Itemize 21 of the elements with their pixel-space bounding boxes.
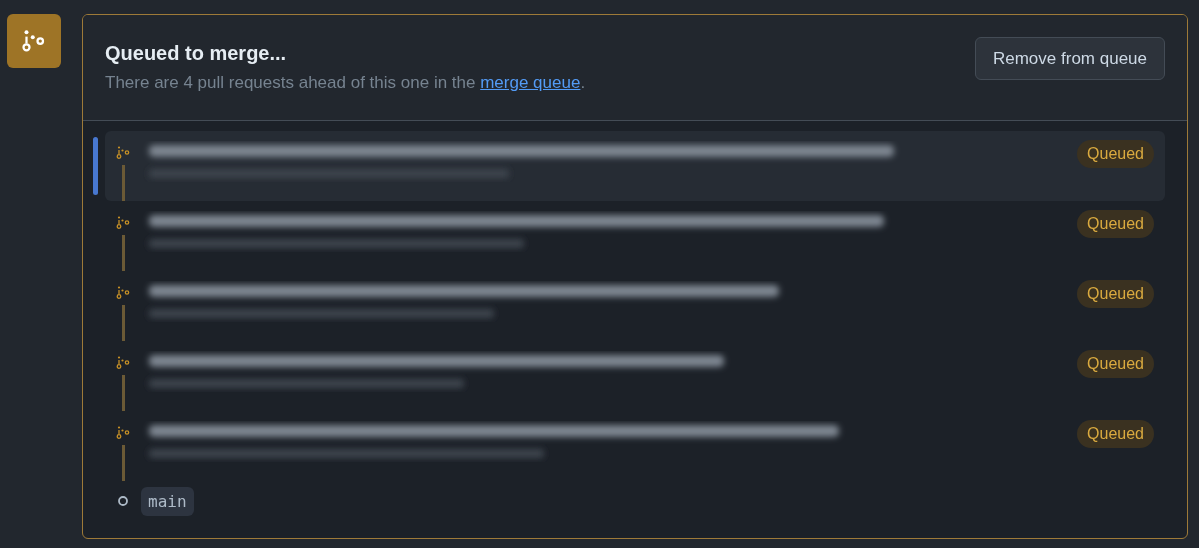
queue-item[interactable]: Queued bbox=[105, 341, 1165, 411]
merge-status-title: Queued to merge... bbox=[105, 42, 288, 65]
selected-queue-item[interactable]: Queued bbox=[105, 131, 1165, 201]
branch-node-icon bbox=[117, 495, 129, 507]
status-label: Queued bbox=[1077, 210, 1154, 238]
status-label: Queued bbox=[1077, 140, 1154, 168]
merge-queue-icon bbox=[115, 355, 131, 371]
merge-queue-icon bbox=[115, 285, 131, 301]
status-label: Queued bbox=[1077, 280, 1154, 308]
status-label: Queued bbox=[1077, 420, 1154, 448]
queue-item[interactable]: Queued bbox=[105, 201, 1165, 271]
remove-from-queue-button[interactable]: Remove from queue bbox=[974, 37, 1165, 80]
merge-queue-icon bbox=[115, 425, 131, 441]
queue-item[interactable]: Queued bbox=[105, 271, 1165, 341]
branch-name: main bbox=[141, 486, 194, 516]
queue-item[interactable]: Queued bbox=[105, 411, 1165, 481]
merge-queue-link[interactable]: merge queue bbox=[480, 73, 581, 92]
merge-status-description: There are 4 pull requests ahead of this one in the merge queue. bbox=[105, 73, 586, 93]
status-label: Queued bbox=[1077, 350, 1154, 378]
merge-queue-icon bbox=[115, 145, 131, 161]
merge-queue-icon bbox=[115, 215, 131, 231]
